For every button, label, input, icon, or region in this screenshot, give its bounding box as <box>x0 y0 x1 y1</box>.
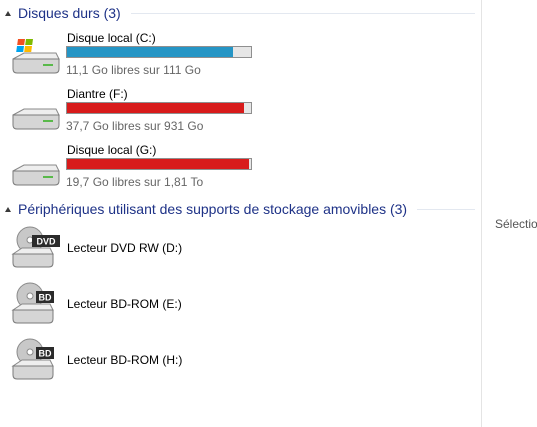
removable-drive-item[interactable]: BD Lecteur BD-ROM (E:) <box>10 278 260 328</box>
windows-drive-icon <box>12 39 60 74</box>
drive-usage-fill <box>67 103 244 113</box>
group-divider <box>417 208 475 210</box>
drive-usage-bar <box>66 158 252 170</box>
hard-drive-icon <box>12 164 60 186</box>
hard-drive-icon <box>12 108 60 130</box>
details-pane-text: Sélectio <box>495 217 537 231</box>
drive-item[interactable]: Disque local (G:) 19,7 Go libres sur 1,8… <box>10 143 260 195</box>
details-pane-divider[interactable] <box>481 0 482 427</box>
drive-usage-fill <box>67 47 233 57</box>
bd-drive-icon: BD <box>11 338 54 380</box>
drive-free-space: 11,1 Go libres sur 111 Go <box>66 63 201 77</box>
removable-drive-item[interactable]: BD Lecteur BD-ROM (H:) <box>10 334 260 384</box>
drive-usage-fill <box>67 159 250 169</box>
drive-item[interactable]: Diantre (F:) 37,7 Go libres sur 931 Go <box>10 87 260 139</box>
drive-name: Lecteur BD-ROM (E:) <box>67 297 182 311</box>
group-header-removable-storage[interactable]: Périphériques utilisant des supports de … <box>0 199 475 219</box>
drive-free-space: 37,7 Go libres sur 931 Go <box>66 119 204 133</box>
group-divider <box>130 12 475 14</box>
group-title: Périphériques utilisant des supports de … <box>18 201 408 217</box>
drive-usage-bar <box>66 46 252 58</box>
drive-name: Lecteur DVD RW (D:) <box>67 241 183 255</box>
drive-type-badge: BD <box>39 349 52 359</box>
bd-drive-icon: BD <box>11 282 54 324</box>
collapse-chevron-icon[interactable] <box>5 10 11 16</box>
drive-name: Disque local (C:) <box>67 31 156 45</box>
drive-type-badge: DVD <box>36 237 56 247</box>
dvd-drive-icon: DVD <box>11 226 60 268</box>
drive-free-space: 19,7 Go libres sur 1,81 To <box>66 175 204 189</box>
group-title: Disques durs (3) <box>18 5 121 21</box>
drive-usage-bar <box>66 102 252 114</box>
drive-item[interactable]: Disque local (C:) 11,1 Go libres sur 111… <box>10 31 260 83</box>
drive-type-badge: BD <box>39 293 52 303</box>
drive-name: Lecteur BD-ROM (H:) <box>67 353 183 367</box>
drive-name: Diantre (F:) <box>67 87 128 101</box>
removable-drive-item[interactable]: DVD Lecteur DVD RW (D:) <box>10 222 260 272</box>
collapse-chevron-icon[interactable] <box>5 206 11 212</box>
explorer-content: Disques durs (3) Disque local (C:) 11,1 … <box>0 0 537 427</box>
group-header-hard-disks[interactable]: Disques durs (3) <box>0 3 475 23</box>
drive-name: Disque local (G:) <box>67 143 157 157</box>
